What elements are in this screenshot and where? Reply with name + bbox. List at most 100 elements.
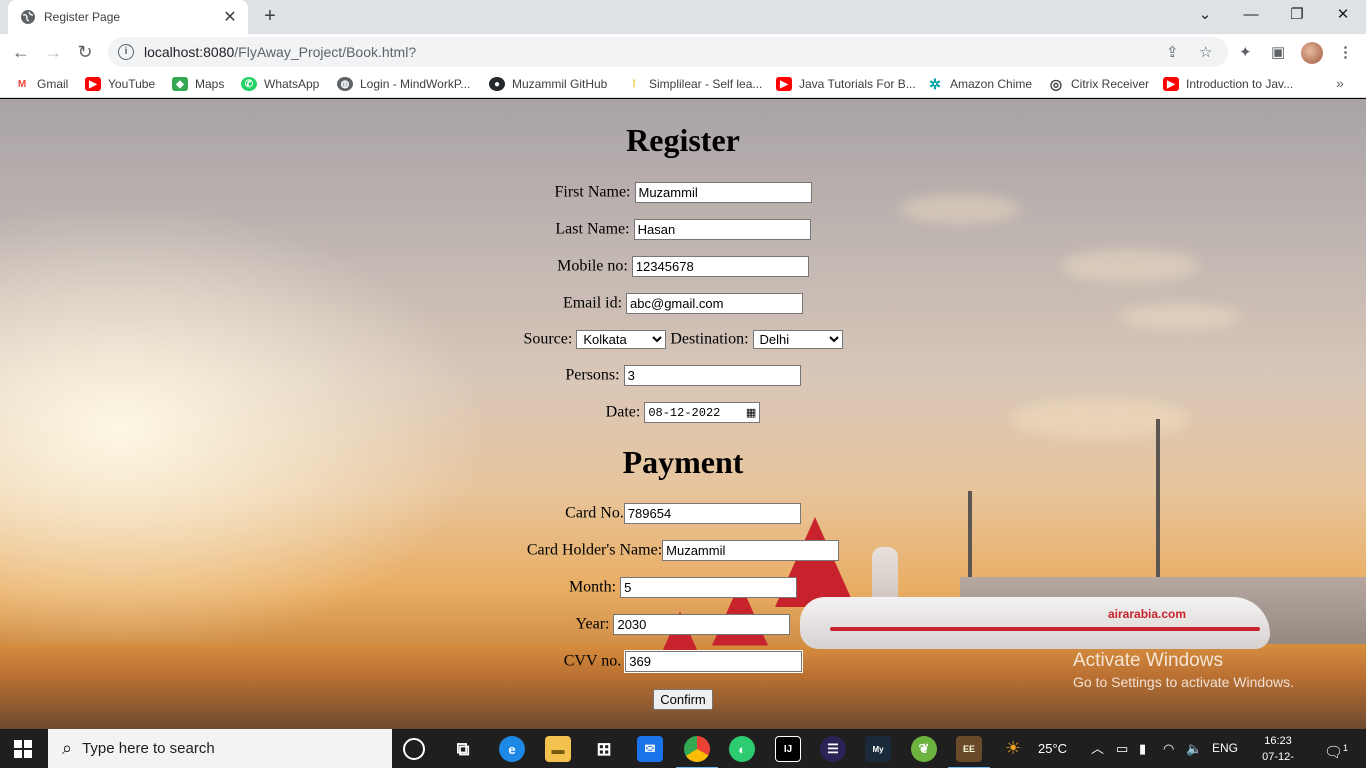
site-info-icon[interactable]: i: [118, 44, 134, 60]
bookmark-star-icon[interactable]: ☆: [1199, 43, 1212, 61]
edge-icon[interactable]: e: [499, 736, 525, 762]
taskbar-search[interactable]: ⌕ Type here to search: [48, 729, 392, 768]
mobile-row: Mobile no:: [0, 256, 1366, 277]
whatsapp-icon: ✆: [241, 77, 257, 91]
activate-windows-watermark: Activate Windows Go to Settings to activ…: [1073, 650, 1294, 690]
restore-button[interactable]: ❐: [1274, 0, 1320, 30]
app-icon[interactable]: ◐: [729, 736, 755, 762]
date-value: 08-12-2022: [648, 405, 721, 420]
share-icon[interactable]: ⇪: [1166, 43, 1179, 61]
last-name-input[interactable]: [633, 219, 811, 240]
simplilearn-icon: ⁞: [632, 78, 636, 90]
card-no-input[interactable]: [623, 503, 801, 524]
route-row: Source: Kolkata Destination: Delhi: [0, 330, 1366, 349]
youtube-icon: ▶: [776, 77, 792, 91]
watermark-title: Activate Windows: [1073, 650, 1223, 671]
bookmark-java-tutorials[interactable]: ▶ Java Tutorials For B...: [776, 75, 916, 93]
year-label: Year:: [575, 615, 610, 633]
globe-icon: ◍: [337, 77, 353, 91]
bookmark-intro-java[interactable]: ▶ Introduction to Jav...: [1163, 75, 1293, 93]
month-input[interactable]: [620, 577, 798, 598]
date-input[interactable]: 08-12-2022 ▦: [644, 402, 761, 423]
card-holder-input[interactable]: [662, 540, 840, 561]
volume-icon[interactable]: 🔈: [1186, 729, 1202, 768]
first-name-row: First Name:: [0, 182, 1366, 203]
mail-icon[interactable]: ✉: [637, 736, 663, 762]
date-row: Date: 08-12-2022 ▦: [0, 402, 1366, 423]
first-name-input[interactable]: [634, 182, 812, 203]
intellij-icon[interactable]: IJ: [775, 736, 801, 762]
cvv-label: CVV no.: [563, 652, 622, 670]
address-bar[interactable]: i localhost:8080/FlyAway_Project/Book.ht…: [108, 37, 1228, 67]
bookmark-simplilearn[interactable]: ⁞ Simplilear - Self lea...: [626, 75, 762, 93]
new-tab-button[interactable]: +: [258, 5, 282, 29]
youtube-icon: ▶: [1163, 77, 1179, 91]
year-input[interactable]: [613, 614, 791, 635]
chrome-icon[interactable]: [676, 736, 718, 768]
email-row: Email id:: [0, 293, 1366, 314]
jakarta-ee-icon[interactable]: EE: [948, 736, 990, 768]
wifi-icon[interactable]: ◠: [1163, 729, 1174, 768]
notification-icon[interactable]: 🗨1: [1324, 729, 1348, 768]
weather-temp[interactable]: 25°C: [1038, 729, 1067, 768]
bookmark-github[interactable]: ● Muzammil GitHub: [489, 75, 607, 93]
card-holder-label: Card Holder's Name:: [526, 541, 663, 559]
persons-row: Persons:: [0, 365, 1366, 386]
bookmark-amazon-chime[interactable]: ✲ Amazon Chime: [927, 75, 1032, 93]
profile-avatar[interactable]: [1301, 42, 1323, 64]
url-text: localhost:8080/FlyAway_Project/Book.html…: [144, 44, 417, 60]
minimize-button[interactable]: —: [1228, 0, 1274, 30]
close-tab-icon[interactable]: ✕: [222, 7, 238, 27]
persons-input[interactable]: [623, 365, 801, 386]
task-view-icon[interactable]: ⧉: [450, 736, 476, 762]
confirm-button[interactable]: Confirm: [653, 689, 713, 710]
spring-icon[interactable]: ❦: [911, 736, 937, 762]
browser-tab[interactable]: Register Page ✕: [8, 0, 248, 34]
chime-icon: ✲: [929, 75, 941, 92]
destination-select[interactable]: Delhi: [752, 330, 843, 349]
bookmark-whatsapp[interactable]: ✆ WhatsApp: [241, 75, 319, 93]
bookmark-mindwork[interactable]: ◍ Login - MindWorkP...: [337, 75, 470, 93]
bookmark-gmail[interactable]: M Gmail: [14, 75, 69, 93]
forward-button[interactable]: →: [40, 39, 66, 65]
last-name-label: Last Name:: [555, 220, 630, 238]
weather-icon[interactable]: ☀: [1005, 729, 1021, 768]
mobile-label: Mobile no:: [557, 257, 628, 275]
calendar-icon[interactable]: ▦: [746, 406, 756, 419]
meet-now-icon[interactable]: ▭: [1116, 729, 1128, 768]
reload-button[interactable]: ↻: [72, 39, 98, 65]
tab-search-icon[interactable]: ⌄: [1182, 0, 1228, 30]
back-button[interactable]: ←: [8, 39, 34, 65]
cvv-input[interactable]: [624, 650, 804, 673]
file-explorer-icon[interactable]: ▬: [545, 736, 571, 762]
tab-strip: Register Page ✕ + ⌄ — ❐ ✕: [0, 0, 1366, 34]
card-holder-row: Card Holder's Name:: [0, 540, 1366, 561]
month-row: Month:: [0, 577, 1366, 598]
bookmark-citrix[interactable]: ◎ Citrix Receiver: [1048, 75, 1149, 93]
email-input[interactable]: [626, 293, 804, 314]
tray-chevron-icon[interactable]: ︿: [1091, 729, 1104, 768]
chrome-menu-icon[interactable]: ⋮: [1338, 43, 1353, 61]
mysql-icon[interactable]: My: [865, 736, 891, 762]
mobile-input[interactable]: [631, 256, 809, 277]
bookmark-maps[interactable]: ◆ Maps: [172, 75, 224, 93]
github-icon: ●: [489, 77, 505, 91]
source-select[interactable]: Kolkata: [576, 330, 667, 349]
microsoft-store-icon[interactable]: ⊞: [591, 736, 617, 762]
language-indicator[interactable]: ENG: [1212, 729, 1238, 768]
browser-toolbar: ← → ↻ i localhost:8080/FlyAway_Project/B…: [0, 34, 1366, 70]
start-button[interactable]: [14, 740, 32, 758]
more-bookmarks-icon[interactable]: »: [1336, 75, 1344, 91]
eclipse-icon[interactable]: ☰: [820, 736, 846, 762]
bookmark-youtube[interactable]: ▶ YouTube: [85, 75, 155, 93]
gmail-icon: M: [17, 78, 27, 90]
search-icon: ⌕: [62, 738, 73, 758]
cortana-icon[interactable]: [403, 738, 425, 760]
close-window-button[interactable]: ✕: [1320, 0, 1366, 30]
notification-count: 1: [1343, 743, 1349, 753]
system-clock[interactable]: 16:23 07-12-2022: [1256, 733, 1300, 768]
battery-icon[interactable]: ▮: [1139, 729, 1146, 768]
clock-time: 16:23: [1264, 735, 1292, 747]
extensions-icon[interactable]: ✦: [1239, 43, 1252, 61]
side-panel-icon[interactable]: ▣: [1271, 43, 1285, 61]
